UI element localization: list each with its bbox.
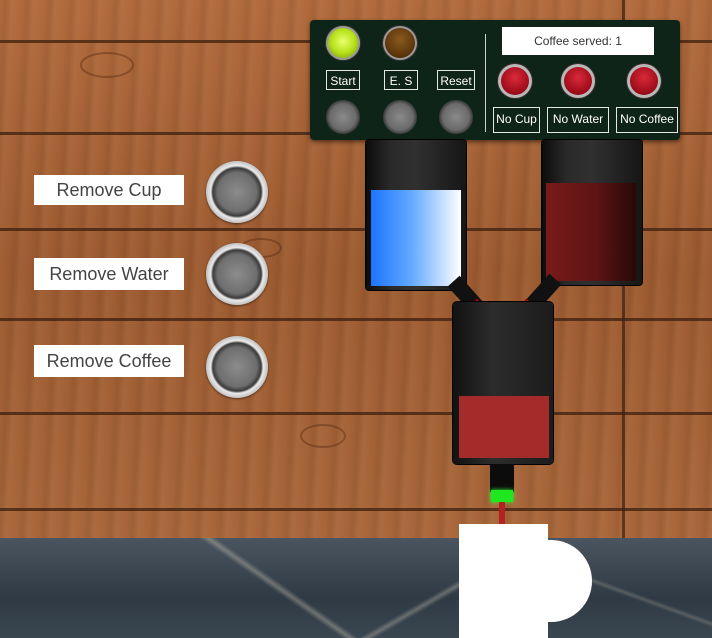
reset-button[interactable] (439, 100, 473, 134)
no-coffee-warning-lamp (627, 64, 661, 98)
marble-counter (0, 538, 712, 638)
wood-knot (300, 424, 346, 448)
dispense-indicator (491, 490, 513, 502)
dispense-nozzle (490, 464, 514, 492)
coffee-level (546, 183, 636, 281)
reset-label: Reset (437, 70, 475, 90)
wall-plank-seam (0, 412, 712, 415)
emergency-stop-button[interactable] (383, 100, 417, 134)
panel-divider (485, 34, 486, 132)
remove-water-label: Remove Water (34, 258, 184, 290)
no-cup-warning-lamp (498, 64, 532, 98)
running-indicator-lamp (326, 26, 360, 60)
no-water-warning-lamp (561, 64, 595, 98)
es-indicator-lamp (383, 26, 417, 60)
coffee-machine-scene: Start E. S Reset Coffee served: 1 No Cup… (0, 0, 712, 638)
water-level (371, 190, 461, 286)
remove-cup-button[interactable] (206, 161, 268, 223)
no-cup-label: No Cup (493, 107, 540, 133)
no-coffee-label: No Coffee (616, 107, 678, 133)
wall-plank-seam (0, 508, 712, 511)
coffee-stream (499, 502, 505, 526)
coffee-cup (459, 524, 548, 638)
wall-plank-seam (0, 318, 712, 321)
remove-coffee-label: Remove Coffee (34, 345, 184, 377)
mixing-chamber-level (459, 396, 549, 458)
start-label: Start (326, 70, 360, 90)
remove-water-button[interactable] (206, 243, 268, 305)
remove-cup-label: Remove Cup (34, 175, 184, 205)
remove-coffee-button[interactable] (206, 336, 268, 398)
no-water-label: No Water (547, 107, 609, 133)
es-label: E. S (384, 70, 418, 90)
coffee-served-display: Coffee served: 1 (502, 27, 654, 55)
wood-knot (80, 52, 134, 78)
start-button[interactable] (326, 100, 360, 134)
